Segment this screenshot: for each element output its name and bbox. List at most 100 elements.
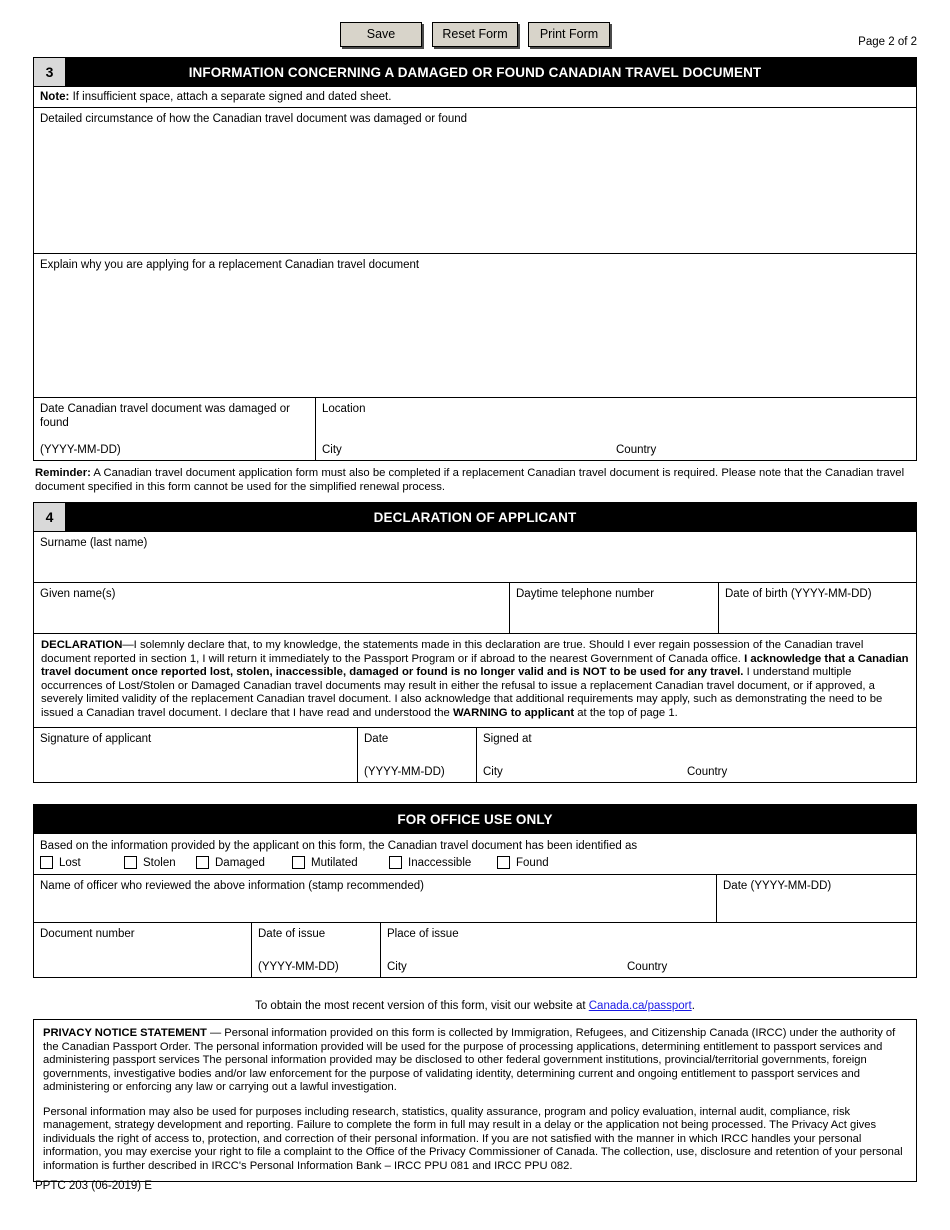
checkbox-inaccessible-icon[interactable] bbox=[389, 856, 402, 869]
signed-at-label: Signed at bbox=[483, 732, 532, 745]
save-button[interactable]: Save bbox=[340, 22, 422, 47]
circumstance-row: Detailed circumstance of how the Canadia… bbox=[34, 108, 916, 254]
checkbox-item-lost[interactable]: Lost bbox=[40, 856, 124, 869]
phone-label: Daytime telephone number bbox=[516, 588, 655, 600]
declaration-bold-3: WARNING to applicant bbox=[452, 706, 575, 719]
reminder-label: Reminder: bbox=[35, 467, 91, 479]
signature-date-field[interactable]: Date (YYYY-MM-DD) bbox=[357, 727, 476, 782]
website-line: To obtain the most recent version of thi… bbox=[0, 1000, 950, 1012]
checkbox-lost-label: Lost bbox=[59, 856, 81, 869]
privacy-paragraph-2: Personal information may also be used fo… bbox=[43, 1105, 903, 1172]
checkbox-found-icon[interactable] bbox=[497, 856, 510, 869]
office-use-body: Based on the information provided by the… bbox=[33, 833, 917, 978]
declaration-heading: DECLARATION bbox=[41, 639, 123, 651]
document-number-field[interactable]: Document number bbox=[34, 923, 251, 977]
website-line-prefix: To obtain the most recent version of thi… bbox=[255, 1000, 589, 1012]
office-use-title: FOR OFFICE USE ONLY bbox=[397, 811, 553, 827]
reset-form-button[interactable]: Reset Form bbox=[432, 22, 518, 47]
privacy-heading: PRIVACY NOTICE STATEMENT bbox=[43, 1027, 207, 1039]
checkbox-item-damaged[interactable]: Damaged bbox=[196, 856, 292, 869]
phone-field[interactable]: Daytime telephone number bbox=[509, 583, 718, 633]
signed-at-country-label: Country bbox=[687, 765, 728, 778]
reminder-text: Reminder: A Canadian travel document app… bbox=[35, 466, 915, 494]
checkbox-found-label: Found bbox=[516, 856, 549, 869]
checkbox-item-inaccessible[interactable]: Inaccessible bbox=[389, 856, 497, 869]
officer-date-field[interactable]: Date (YYYY-MM-DD) bbox=[716, 875, 916, 922]
checkbox-damaged-icon[interactable] bbox=[196, 856, 209, 869]
surname-field[interactable]: Surname (last name) bbox=[34, 532, 916, 582]
signed-at-city-label: City bbox=[483, 765, 503, 778]
signature-row: Signature of applicant Date (YYYY-MM-DD)… bbox=[34, 727, 916, 782]
surname-row: Surname (last name) bbox=[34, 532, 916, 583]
location-country-label: Country bbox=[616, 444, 657, 456]
date-of-issue-label: Date of issue bbox=[258, 928, 326, 940]
explain-label: Explain why you are applying for a repla… bbox=[40, 259, 420, 271]
declaration-text-1: —I solemnly declare that, to my knowledg… bbox=[41, 639, 864, 665]
signature-date-label: Date bbox=[364, 732, 389, 745]
section-4-number: 4 bbox=[34, 503, 65, 531]
section-3-title: INFORMATION CONCERNING A DAMAGED OR FOUN… bbox=[188, 64, 762, 80]
form-toolbar: Save Reset Form Print Form bbox=[0, 22, 950, 47]
explain-field[interactable]: Explain why you are applying for a repla… bbox=[34, 254, 916, 397]
identification-checkbox-group: Lost Stolen Damaged Mutilated Inaccessib… bbox=[34, 854, 916, 874]
officer-name-field[interactable]: Name of officer who reviewed the above i… bbox=[34, 875, 716, 922]
section-3-note: Note: If insufficient space, attach a se… bbox=[34, 87, 916, 108]
circumstance-field[interactable]: Detailed circumstance of how the Canadia… bbox=[34, 108, 916, 253]
dob-field[interactable]: Date of birth (YYYY-MM-DD) bbox=[718, 583, 916, 633]
checkbox-damaged-label: Damaged bbox=[215, 856, 265, 869]
checkbox-stolen-label: Stolen bbox=[143, 856, 176, 869]
declaration-row: DECLARATION—I solemnly declare that, to … bbox=[34, 634, 916, 728]
print-form-button[interactable]: Print Form bbox=[528, 22, 610, 47]
section-3-number: 3 bbox=[34, 58, 65, 86]
location-city-label: City bbox=[322, 444, 342, 456]
identification-row: Based on the information provided by the… bbox=[34, 834, 916, 875]
location-label: Location bbox=[322, 403, 366, 415]
checkbox-item-found[interactable]: Found bbox=[497, 856, 549, 869]
office-use-banner: FOR OFFICE USE ONLY bbox=[33, 804, 917, 833]
reminder-body: A Canadian travel document application f… bbox=[35, 467, 905, 493]
office-use-section: FOR OFFICE USE ONLY Based on the informa… bbox=[33, 804, 917, 978]
section-3: 3 INFORMATION CONCERNING A DAMAGED OR FO… bbox=[33, 57, 917, 461]
date-location-row: Date Canadian travel document was damage… bbox=[34, 398, 916, 460]
declaration-text-3: at the top of page 1. bbox=[574, 706, 678, 719]
given-names-row: Given name(s) Daytime telephone number D… bbox=[34, 583, 916, 634]
section-4-body: Surname (last name) Given name(s) Daytim… bbox=[33, 531, 917, 783]
privacy-paragraph-1: PRIVACY NOTICE STATEMENT — Personal info… bbox=[43, 1027, 907, 1095]
signature-field[interactable]: Signature of applicant bbox=[34, 728, 357, 782]
signature-date-format: (YYYY-MM-DD) bbox=[364, 765, 445, 778]
checkbox-mutilated-label: Mutilated bbox=[311, 856, 358, 869]
section-3-banner: 3 INFORMATION CONCERNING A DAMAGED OR FO… bbox=[33, 57, 917, 86]
date-of-issue-field[interactable]: Date of issue (YYYY-MM-DD) bbox=[251, 923, 380, 977]
checkbox-stolen-icon[interactable] bbox=[124, 856, 137, 869]
checkbox-item-stolen[interactable]: Stolen bbox=[124, 856, 196, 869]
damage-date-format: (YYYY-MM-DD) bbox=[40, 444, 121, 456]
signature-label: Signature of applicant bbox=[40, 732, 152, 745]
checkbox-lost-icon[interactable] bbox=[40, 856, 53, 869]
note-label: Note: bbox=[40, 91, 70, 103]
given-names-label: Given name(s) bbox=[40, 588, 116, 600]
checkbox-mutilated-icon[interactable] bbox=[292, 856, 305, 869]
explain-row: Explain why you are applying for a repla… bbox=[34, 254, 916, 398]
location-field[interactable]: Location City Country bbox=[315, 398, 916, 460]
given-names-field[interactable]: Given name(s) bbox=[34, 583, 509, 633]
document-number-label: Document number bbox=[40, 928, 135, 940]
canada-passport-link[interactable]: Canada.ca/passport bbox=[589, 1000, 692, 1012]
surname-label: Surname (last name) bbox=[40, 537, 148, 549]
officer-name-label: Name of officer who reviewed the above i… bbox=[40, 880, 424, 892]
date-of-issue-format: (YYYY-MM-DD) bbox=[258, 961, 339, 973]
place-of-issue-country-label: Country bbox=[627, 961, 668, 973]
officer-date-label: Date (YYYY-MM-DD) bbox=[723, 880, 832, 892]
signed-at-field[interactable]: Signed at City Country bbox=[476, 727, 916, 782]
place-of-issue-city-label: City bbox=[387, 961, 407, 973]
checkbox-item-mutilated[interactable]: Mutilated bbox=[292, 856, 389, 869]
page-indicator: Page 2 of 2 bbox=[858, 36, 917, 48]
damage-date-field[interactable]: Date Canadian travel document was damage… bbox=[34, 398, 315, 460]
checkbox-inaccessible-label: Inaccessible bbox=[408, 856, 472, 869]
section-4: 4 DECLARATION OF APPLICANT Surname (last… bbox=[33, 502, 917, 783]
circumstance-label: Detailed circumstance of how the Canadia… bbox=[40, 113, 468, 125]
place-of-issue-field[interactable]: Place of issue City Country bbox=[380, 923, 916, 977]
document-row: Document number Date of issue (YYYY-MM-D… bbox=[34, 923, 916, 977]
note-text: If insufficient space, attach a separate… bbox=[69, 91, 392, 103]
website-line-suffix: . bbox=[691, 1000, 695, 1012]
dob-label: Date of birth (YYYY-MM-DD) bbox=[725, 588, 872, 600]
